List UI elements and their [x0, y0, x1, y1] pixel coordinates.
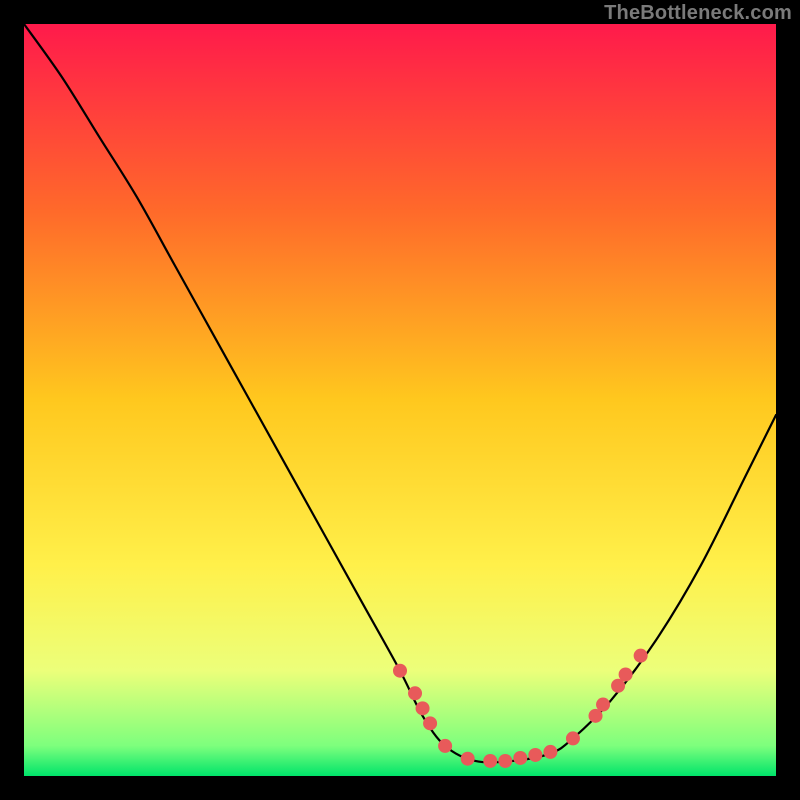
highlight-point [483, 754, 497, 768]
highlight-point [408, 686, 422, 700]
highlight-point [423, 716, 437, 730]
highlight-point [416, 701, 430, 715]
highlight-point [543, 745, 557, 759]
highlight-point [513, 751, 527, 765]
bottleneck-chart [24, 24, 776, 776]
gradient-background [24, 24, 776, 776]
highlight-point [438, 739, 452, 753]
highlight-point [566, 731, 580, 745]
highlight-point [461, 752, 475, 766]
highlight-point [634, 649, 648, 663]
highlight-point [619, 667, 633, 681]
highlight-point [528, 748, 542, 762]
attribution-label: TheBottleneck.com [604, 2, 792, 25]
highlight-point [393, 664, 407, 678]
chart-frame [24, 24, 776, 776]
highlight-point [498, 754, 512, 768]
highlight-point [596, 698, 610, 712]
